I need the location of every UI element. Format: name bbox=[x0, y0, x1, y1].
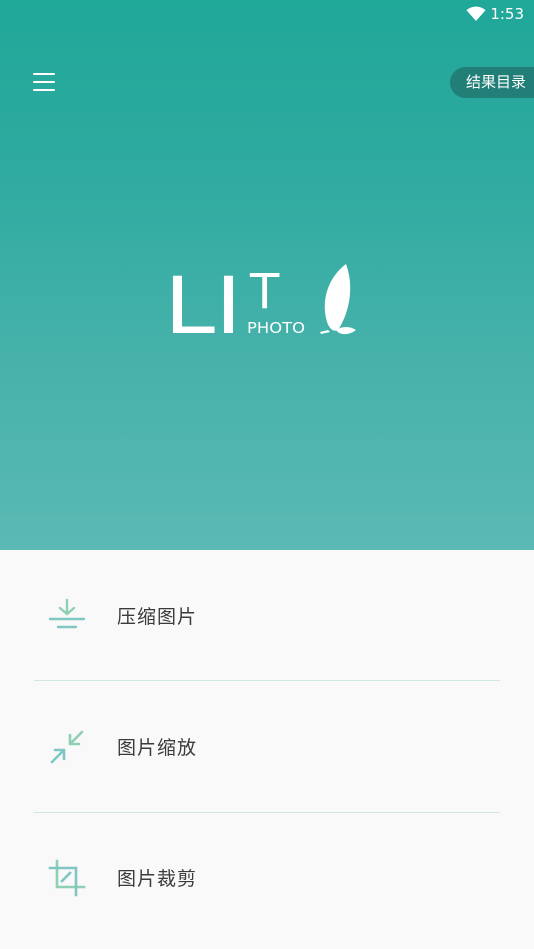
logo-photo-text: PHOTO bbox=[247, 319, 305, 337]
list-item-crop[interactable]: 图片裁剪 bbox=[0, 812, 534, 943]
app-logo: LI T PHOTO bbox=[164, 262, 356, 343]
feature-list: 压缩图片 图片缩放 图片裁剪 bbox=[0, 550, 534, 943]
wifi-icon bbox=[466, 6, 486, 21]
list-item-label: 图片裁剪 bbox=[117, 868, 198, 890]
status-bar: 1:53 bbox=[0, 0, 534, 30]
logo-letters: LI bbox=[164, 262, 242, 343]
list-item-resize[interactable]: 图片缩放 bbox=[0, 681, 534, 812]
result-directory-button[interactable]: 结果目录 bbox=[449, 67, 534, 98]
list-item-label: 压缩图片 bbox=[117, 606, 198, 628]
crop-icon bbox=[48, 859, 86, 897]
hero-banner: 1:53 结果目录 LI T PHOTO bbox=[0, 0, 534, 550]
logo-t-letter: T bbox=[249, 264, 280, 320]
list-item-compress[interactable]: 压缩图片 bbox=[0, 550, 534, 681]
status-time: 1:53 bbox=[490, 5, 524, 23]
menu-icon[interactable] bbox=[30, 68, 58, 96]
compress-icon bbox=[48, 598, 86, 629]
resize-icon bbox=[50, 730, 84, 764]
leaf-icon bbox=[320, 264, 356, 335]
list-item-label: 图片缩放 bbox=[117, 737, 198, 759]
